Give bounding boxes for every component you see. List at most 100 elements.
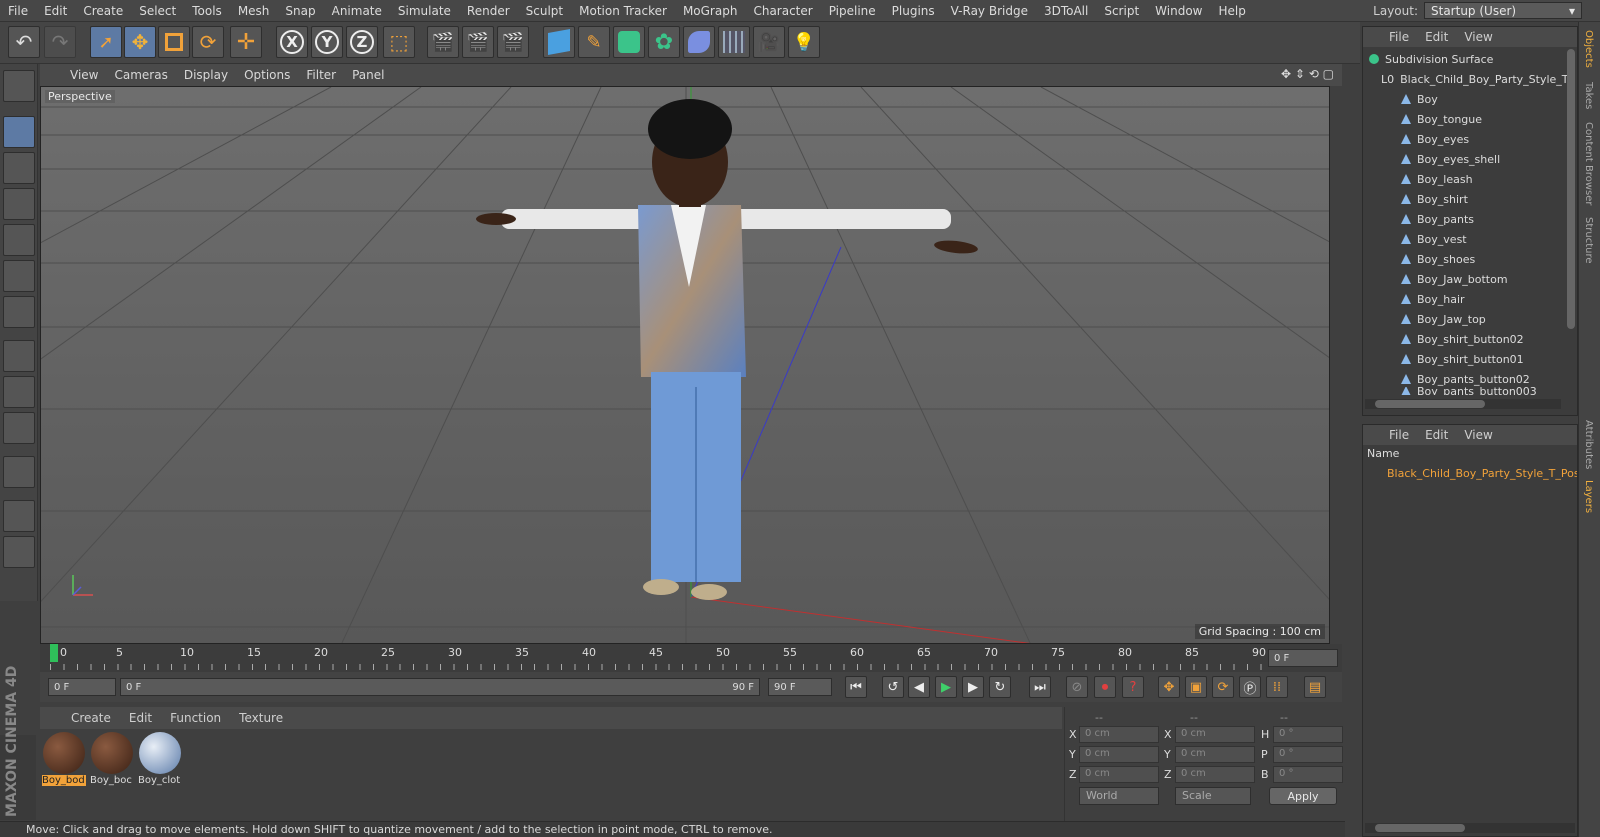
- layer-row[interactable]: Black_Child_Boy_Party_Style_T_Pos: [1381, 463, 1577, 483]
- current-frame-field[interactable]: 0 F: [1268, 649, 1338, 667]
- viewport-menu-cameras[interactable]: Cameras: [106, 68, 175, 82]
- position-x-field[interactable]: 0 cm: [1079, 726, 1159, 743]
- menu-script[interactable]: Script: [1096, 4, 1147, 18]
- keyframe-selection-button[interactable]: ?: [1122, 676, 1144, 698]
- edges-mode-button[interactable]: [3, 260, 35, 292]
- object-row[interactable]: Boy_shirt_button02: [1401, 329, 1600, 349]
- menu-animate[interactable]: Animate: [324, 4, 390, 18]
- render-view-button[interactable]: 🎬: [427, 26, 459, 58]
- timeline-window-button[interactable]: ▤: [1304, 676, 1326, 698]
- menu-tools[interactable]: Tools: [184, 4, 230, 18]
- rotation-b-field[interactable]: 0 °: [1273, 766, 1343, 783]
- position-y-field[interactable]: 0 cm: [1079, 746, 1159, 763]
- menu-window[interactable]: Window: [1147, 4, 1210, 18]
- tab-content-browser[interactable]: Content Browser: [1583, 122, 1594, 205]
- object-horizontal-scrollbar[interactable]: [1365, 399, 1561, 409]
- menu-edit[interactable]: Edit: [36, 4, 75, 18]
- menu-simulate[interactable]: Simulate: [390, 4, 459, 18]
- menu-render[interactable]: Render: [459, 4, 518, 18]
- workplane-lock-button[interactable]: [3, 500, 35, 532]
- menu-vray-bridge[interactable]: V-Ray Bridge: [943, 4, 1036, 18]
- scrollbar-thumb[interactable]: [1375, 400, 1485, 408]
- object-row-root[interactable]: Subdivision Surface: [1369, 49, 1569, 69]
- material-menu-edit[interactable]: Edit: [120, 711, 161, 725]
- menu-motion-tracker[interactable]: Motion Tracker: [571, 4, 675, 18]
- timeline-playhead[interactable]: [50, 644, 58, 662]
- key-rotation-button[interactable]: ⟳: [1212, 676, 1234, 698]
- size-x-field[interactable]: 0 cm: [1175, 726, 1255, 743]
- light-button[interactable]: 💡: [788, 26, 820, 58]
- material-swatch[interactable]: Boy_bod: [42, 731, 86, 791]
- key-scale-button[interactable]: ▣: [1185, 676, 1207, 698]
- autokey-button[interactable]: ⏺: [1094, 676, 1116, 698]
- render-picture-viewer-button[interactable]: 🎬: [462, 26, 494, 58]
- record-keys-button[interactable]: ⊘: [1066, 676, 1088, 698]
- tab-attributes[interactable]: Attributes: [1583, 420, 1594, 469]
- tab-objects[interactable]: Objects: [1583, 30, 1594, 68]
- objects-menu-view[interactable]: View: [1456, 30, 1500, 44]
- menu-plugins[interactable]: Plugins: [884, 4, 943, 18]
- object-row[interactable]: Boy_shirt_button01: [1401, 349, 1600, 369]
- object-row[interactable]: Boy_pants_button02: [1401, 369, 1600, 389]
- tab-layers[interactable]: Layers: [1583, 480, 1594, 513]
- scale-tool-button[interactable]: [158, 26, 190, 58]
- y-axis-lock-button[interactable]: Y: [311, 26, 343, 58]
- viewport-menu-panel[interactable]: Panel: [344, 68, 392, 82]
- snap-button[interactable]: [3, 456, 35, 488]
- layout-dropdown[interactable]: Startup (User) ▾: [1424, 2, 1582, 19]
- rotation-p-field[interactable]: 0 °: [1273, 746, 1343, 763]
- play-button[interactable]: ▶: [935, 676, 957, 698]
- points-mode-button[interactable]: [3, 224, 35, 256]
- workplane-mode-button[interactable]: [3, 188, 35, 220]
- viewport-menu-filter[interactable]: Filter: [298, 68, 344, 82]
- objects-menu-file[interactable]: File: [1381, 30, 1417, 44]
- model-mode-button[interactable]: [3, 116, 35, 148]
- viewport-nav-icons[interactable]: ✥ ⇕ ⟲ ▢: [1281, 67, 1334, 81]
- menu-help[interactable]: Help: [1210, 4, 1253, 18]
- solo-mode-button[interactable]: [3, 412, 35, 444]
- menu-character[interactable]: Character: [745, 4, 820, 18]
- rotation-h-field[interactable]: 0 °: [1273, 726, 1343, 743]
- preview-range-slider[interactable]: 0 F 90 F: [120, 678, 760, 696]
- menu-3dtoall[interactable]: 3DToAll: [1036, 4, 1096, 18]
- workplane-align-button[interactable]: [3, 536, 35, 568]
- menu-mesh[interactable]: Mesh: [230, 4, 278, 18]
- move-tool-button[interactable]: ✥: [124, 26, 156, 58]
- z-axis-lock-button[interactable]: Z: [346, 26, 378, 58]
- apply-button[interactable]: Apply: [1269, 787, 1337, 805]
- cube-object-button[interactable]: [543, 26, 575, 58]
- subdivision-surface-button[interactable]: [613, 26, 645, 58]
- goto-next-key-button[interactable]: ↻: [989, 676, 1011, 698]
- goto-start-button[interactable]: ⏮: [845, 676, 867, 698]
- objects-menu-edit[interactable]: Edit: [1417, 30, 1456, 44]
- polygons-mode-button[interactable]: [3, 296, 35, 328]
- menu-snap[interactable]: Snap: [277, 4, 323, 18]
- min-frame-field[interactable]: 0 F: [48, 678, 116, 696]
- rotate-tool-button[interactable]: ⟳: [192, 26, 224, 58]
- coordinate-space-select[interactable]: World: [1079, 787, 1159, 805]
- key-pla-button[interactable]: ⁞⁞: [1266, 676, 1288, 698]
- layers-menu-edit[interactable]: Edit: [1417, 428, 1456, 442]
- undo-button[interactable]: ↶: [8, 26, 40, 58]
- viewport-menu-view[interactable]: View: [62, 68, 106, 82]
- object-row[interactable]: Boy_pants_button003: [1401, 387, 1600, 395]
- key-position-button[interactable]: ✥: [1158, 676, 1180, 698]
- redo-button[interactable]: ↷: [44, 26, 76, 58]
- layers-menu-file[interactable]: File: [1381, 428, 1417, 442]
- x-axis-lock-button[interactable]: X: [276, 26, 308, 58]
- axis-mode-button[interactable]: [3, 340, 35, 372]
- key-parameter-button[interactable]: Ⓟ: [1239, 676, 1261, 698]
- layer-horizontal-scrollbar[interactable]: [1365, 823, 1575, 833]
- object-row-group[interactable]: L0 Black_Child_Boy_Party_Style_T_: [1381, 69, 1581, 89]
- menu-select[interactable]: Select: [131, 4, 184, 18]
- material-menu-texture[interactable]: Texture: [230, 711, 292, 725]
- tab-structure[interactable]: Structure: [1583, 217, 1594, 264]
- transform-tool-button[interactable]: ✛: [230, 26, 262, 58]
- size-mode-select[interactable]: Scale: [1175, 787, 1251, 805]
- menu-sculpt[interactable]: Sculpt: [518, 4, 571, 18]
- scrollbar-thumb[interactable]: [1375, 824, 1465, 832]
- viewport-menu-display[interactable]: Display: [176, 68, 236, 82]
- render-settings-button[interactable]: 🎬: [497, 26, 529, 58]
- texture-mode-button[interactable]: [3, 152, 35, 184]
- perspective-viewport[interactable]: Perspective Grid Spacing : 100 cm: [40, 86, 1330, 644]
